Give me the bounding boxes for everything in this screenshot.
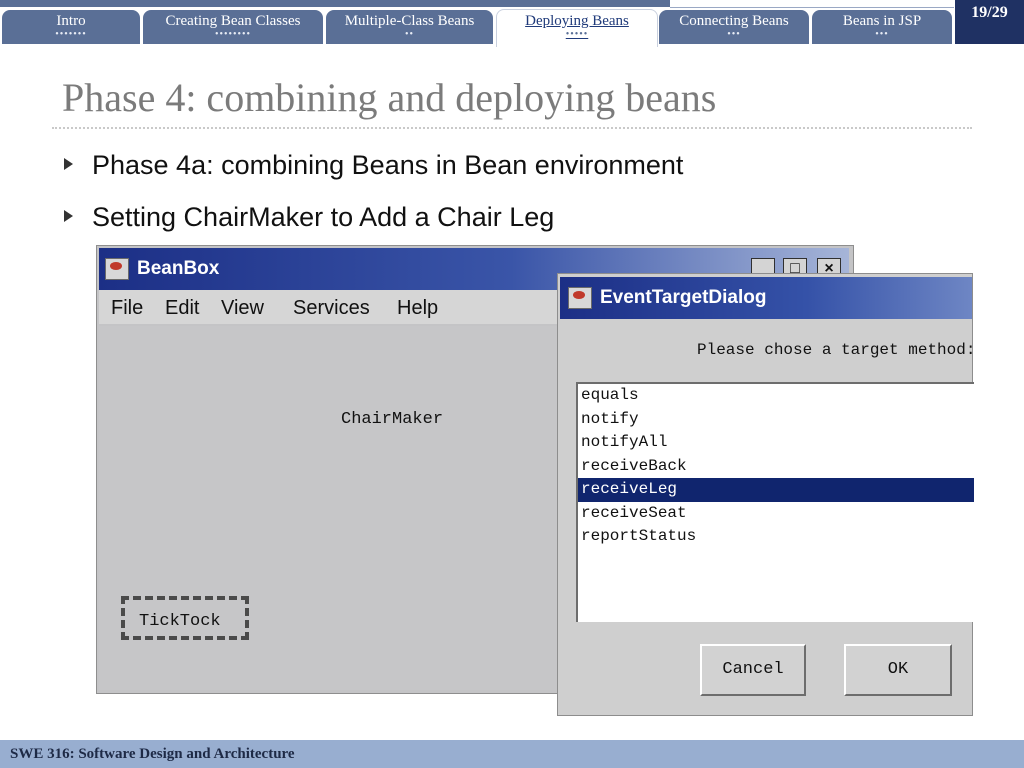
tab-progress-dots: •• — [404, 29, 414, 40]
list-item[interactable]: reportStatus — [578, 525, 974, 549]
menu-services[interactable]: Services — [293, 297, 370, 320]
cancel-button[interactable]: Cancel — [700, 644, 806, 696]
tab-progress-dots: ••••••• — [55, 29, 87, 40]
tab-progress-dots: •••••••• — [214, 29, 251, 40]
tab-creating-bean-classes[interactable]: Creating Bean Classes •••••••• — [143, 10, 323, 44]
list-item[interactable]: notifyAll — [578, 431, 974, 455]
tab-label: Beans in JSP — [842, 13, 922, 29]
slide-title: Phase 4: combining and deploying beans — [62, 75, 717, 120]
tab-beans-in-jsp[interactable]: Beans in JSP ••• — [812, 10, 952, 44]
bullet-text: Setting ChairMaker to Add a Chair Leg — [92, 202, 555, 232]
menu-help[interactable]: Help — [397, 297, 438, 320]
menu-view[interactable]: View — [221, 297, 264, 320]
tab-intro[interactable]: Intro ••••••• — [2, 10, 140, 44]
ticktock-bean[interactable]: TickTock — [121, 596, 249, 640]
tab-progress-dots: ••• — [727, 29, 741, 40]
chairmaker-bean[interactable]: ChairMaker — [341, 410, 443, 429]
footer-course-name: SWE 316: Software Design and Architectur… — [10, 746, 295, 762]
tab-progress-dots: ••• — [875, 29, 889, 40]
event-target-dialog: EventTargetDialog Please chose a target … — [557, 273, 976, 716]
tab-label: Creating Bean Classes — [165, 13, 301, 29]
bullet-item: Phase 4a: combining Beans in Bean enviro… — [62, 148, 683, 200]
java-cup-icon — [105, 258, 129, 280]
bullet-arrow-icon — [64, 210, 73, 222]
dialog-title: EventTargetDialog — [600, 287, 767, 308]
tab-label: Multiple-Class Beans — [344, 13, 475, 29]
bullet-list: Phase 4a: combining Beans in Bean enviro… — [62, 148, 683, 252]
bullet-text: Phase 4a: combining Beans in Bean enviro… — [92, 150, 684, 180]
java-cup-icon — [568, 287, 592, 309]
bullet-arrow-icon — [64, 158, 73, 170]
method-list[interactable]: equals notify notifyAll receiveBack rece… — [576, 382, 974, 622]
menu-edit[interactable]: Edit — [165, 297, 199, 320]
title-divider — [52, 127, 972, 129]
tab-progress-dots: ••••• — [565, 29, 589, 40]
list-item[interactable]: receiveBack — [578, 455, 974, 479]
tab-label: Connecting Beans — [679, 13, 789, 29]
list-item-selected[interactable]: receiveLeg — [578, 477, 974, 503]
list-item[interactable]: receiveSeat — [578, 502, 974, 526]
dialog-titlebar[interactable]: EventTargetDialog — [560, 277, 972, 319]
top-accent-line — [0, 0, 670, 7]
footer-bar: SWE 316: Software Design and Architectur… — [0, 740, 1024, 768]
dialog-prompt: Please chose a target method: — [697, 341, 976, 359]
top-accent-line-light — [670, 0, 954, 8]
page-number: 19/29 — [955, 0, 1024, 44]
menu-file[interactable]: File — [111, 297, 143, 320]
ok-button[interactable]: OK — [844, 644, 952, 696]
tab-label: Deploying Beans — [525, 13, 629, 29]
top-navigation: Intro ••••••• Creating Bean Classes ••••… — [0, 0, 1024, 47]
tab-connecting-beans[interactable]: Connecting Beans ••• — [659, 10, 809, 44]
list-item[interactable]: notify — [578, 408, 974, 432]
tab-label: Intro — [56, 13, 86, 29]
tab-multiple-class-beans[interactable]: Multiple-Class Beans •• — [326, 10, 493, 44]
tab-deploying-beans[interactable]: Deploying Beans ••••• — [496, 9, 658, 47]
window-title: BeanBox — [137, 258, 220, 279]
list-item[interactable]: equals — [578, 384, 974, 408]
